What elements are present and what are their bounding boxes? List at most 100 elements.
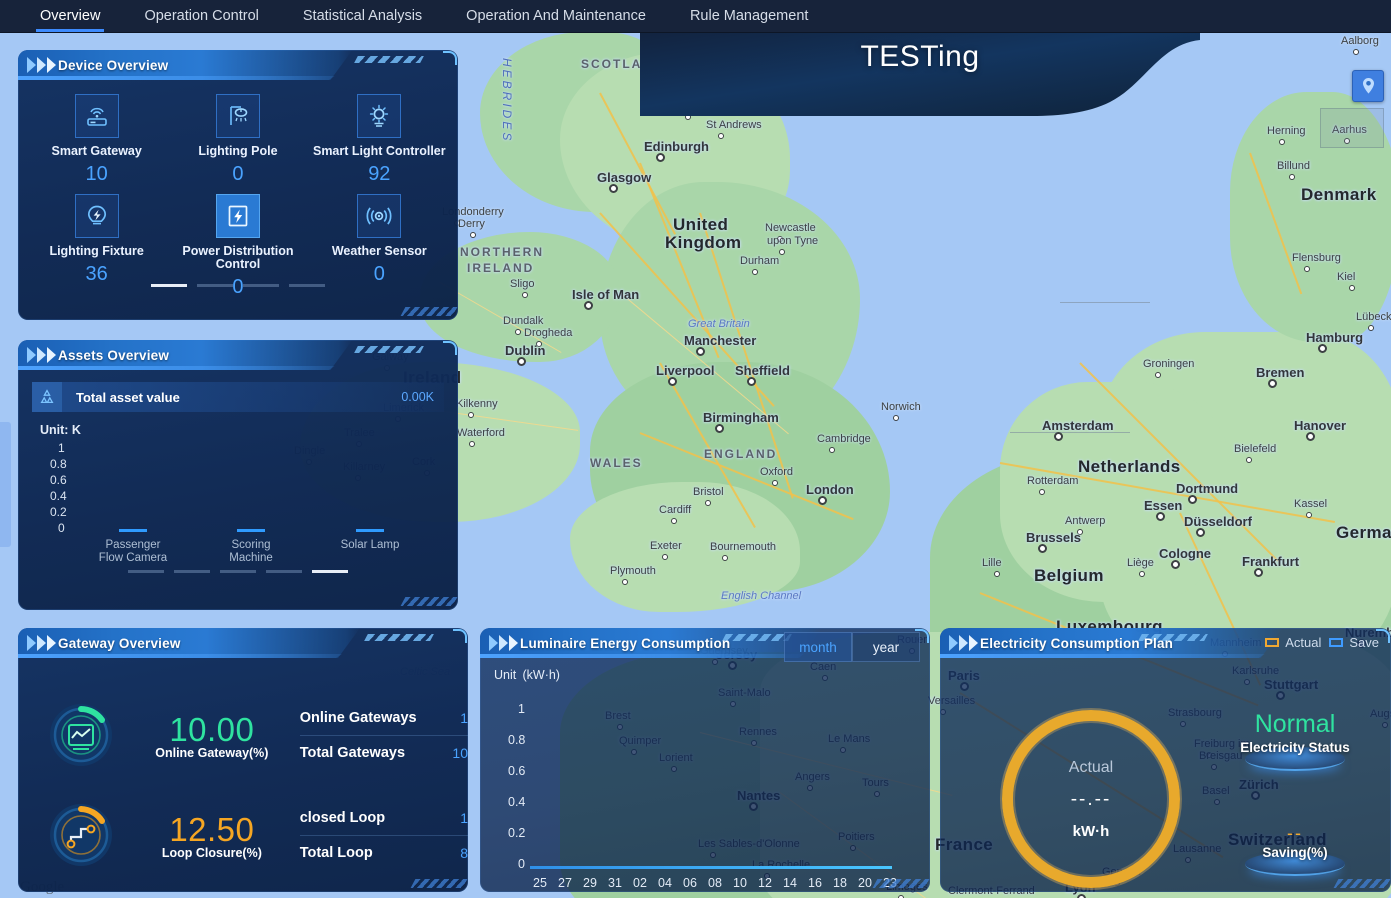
luminaire-period-toggle[interactable]: month year [784, 632, 920, 662]
row-label: Total Gateways [299, 744, 406, 761]
device-overview-pager[interactable] [18, 284, 458, 287]
pager-dot[interactable] [151, 284, 187, 287]
y-tick: 1 [58, 441, 65, 455]
online-gateway-metric: 10.00 Online Gateway(%) [130, 711, 294, 760]
loop-closure-table: closed Loop 1 Total Loop 8 [299, 801, 468, 869]
pager-dot[interactable] [312, 570, 348, 573]
device-value: 0 [232, 276, 244, 298]
x-tick: 31 [608, 876, 622, 890]
row-value: 1 [460, 710, 468, 726]
map-city-marker [779, 249, 785, 255]
x-tick: 04 [658, 876, 672, 890]
y-tick: 0 [58, 521, 65, 535]
map-city-marker [1279, 139, 1285, 145]
assets-chart-unit: Unit: K [40, 423, 81, 437]
map-city-marker [747, 377, 756, 386]
luminaire-line-chart: 1 0.8 0.6 0.4 0.2 0 25 27 29 31 02 04 06… [480, 684, 930, 890]
top-navigation: Overview Operation Control Statistical A… [0, 0, 1391, 33]
bar [356, 529, 384, 532]
row-value: 8 [460, 844, 468, 861]
y-tick: 0 [518, 857, 525, 871]
pager-dot[interactable] [289, 284, 325, 287]
map-city-marker [517, 357, 526, 366]
device-value: 36 [85, 263, 108, 285]
device-card-smart-light-controller[interactable]: Smart Light Controller 92 [309, 94, 450, 186]
nav-tab-statistical-analysis[interactable]: Statistical Analysis [281, 0, 444, 32]
device-name: Smart Gateway [51, 144, 142, 158]
lighting-fixture-icon [74, 194, 119, 238]
map-city-marker [522, 292, 528, 298]
assets-overview-header: Assets Overview [18, 340, 458, 370]
online-gateway-value: 10.00 [169, 710, 255, 748]
electricity-status-value: Normal [1254, 710, 1336, 738]
pager-dot[interactable] [266, 570, 302, 573]
map-city-marker [1156, 512, 1165, 521]
toggle-month[interactable]: month [784, 632, 852, 662]
recycle-icon [32, 382, 62, 412]
row-value: 1 [460, 810, 468, 826]
pager-dot[interactable] [128, 570, 164, 573]
chevrons-icon [489, 635, 518, 651]
map-city-marker [584, 301, 593, 310]
map-city-marker [772, 480, 778, 486]
panel-corner-decoration [400, 597, 458, 606]
saving-value: -- [1287, 823, 1303, 843]
map-city-marker [622, 579, 628, 585]
device-card-smart-gateway[interactable]: Smart Gateway 10 [26, 94, 167, 186]
nav-tab-operation-control[interactable]: Operation Control [122, 0, 280, 32]
map-city-marker [668, 377, 677, 386]
device-name: Weather Sensor [331, 244, 427, 258]
map-city-marker [715, 424, 724, 433]
nav-tab-overview[interactable]: Overview [18, 0, 122, 32]
total-asset-label: Total asset value [76, 389, 180, 405]
map-city-marker [1254, 568, 1263, 577]
nav-tab-operation-and-maintenance[interactable]: Operation And Maintenance [444, 0, 668, 32]
map-city-marker [671, 518, 677, 524]
panel-corner-decoration [410, 879, 468, 888]
loop-closure-metric: 12.50 Loop Closure(%) [130, 811, 294, 860]
header-dashes-decoration [354, 56, 424, 63]
map-city-marker [893, 415, 899, 421]
luminaire-title: Luminaire Energy Consumption [520, 635, 731, 651]
gateway-overview-header: Gateway Overview [18, 628, 468, 658]
weather-sensor-icon [357, 194, 402, 238]
device-name: Lighting Fixture [49, 244, 144, 258]
loop-closure-value: 12.50 [169, 810, 255, 848]
pager-dot[interactable] [174, 570, 210, 573]
map-city-marker [777, 236, 783, 242]
map-city-marker [536, 341, 542, 347]
map-city-marker [1139, 571, 1145, 577]
map-city-marker [685, 114, 691, 120]
legend-item-save[interactable]: Save [1329, 635, 1379, 650]
assets-overview-pager[interactable] [18, 570, 458, 573]
map-drag-handle[interactable] [0, 422, 11, 547]
dashboard-root: Google HEBRIDESSCOTLANDAberdeenDundeeSt … [0, 0, 1391, 898]
map-city-marker [728, 54, 734, 60]
x-tick: 06 [683, 876, 697, 890]
legend-label: Save [1349, 635, 1379, 650]
pager-dot[interactable] [243, 284, 279, 287]
header-corner-decoration [453, 629, 467, 643]
header-corner-decoration [443, 341, 457, 355]
gateway-metric-loop: 12.50 Loop Closure(%) closed Loop 1 Tota… [18, 800, 468, 870]
table-row: Total Loop 8 [299, 835, 468, 869]
device-card-lighting-pole[interactable]: Lighting Pole 0 [167, 94, 308, 186]
pager-dot[interactable] [220, 570, 256, 573]
nav-tab-rule-management[interactable]: Rule Management [668, 0, 831, 32]
panel-corner-decoration [1333, 879, 1391, 888]
pager-dot[interactable] [197, 284, 233, 287]
table-row: Online Gateways 1 [300, 701, 468, 735]
map-city-marker [1304, 266, 1310, 272]
map-city-marker [696, 347, 705, 356]
assets-overview-body: Total asset value 0.00K Unit: K 1 0.8 0.… [18, 382, 458, 589]
toggle-year[interactable]: year [852, 632, 920, 662]
device-value: 10 [85, 163, 108, 185]
map-secondary-control[interactable] [1320, 108, 1384, 148]
panel-corner-decoration [872, 879, 930, 888]
map-location-button[interactable] [1352, 70, 1384, 102]
total-asset-value: 0.00K [401, 390, 434, 404]
y-tick: 0.2 [508, 826, 526, 840]
y-tick: 0.4 [508, 795, 526, 809]
legend-item-actual[interactable]: Actual [1265, 635, 1321, 650]
map-city-marker [1353, 49, 1359, 55]
